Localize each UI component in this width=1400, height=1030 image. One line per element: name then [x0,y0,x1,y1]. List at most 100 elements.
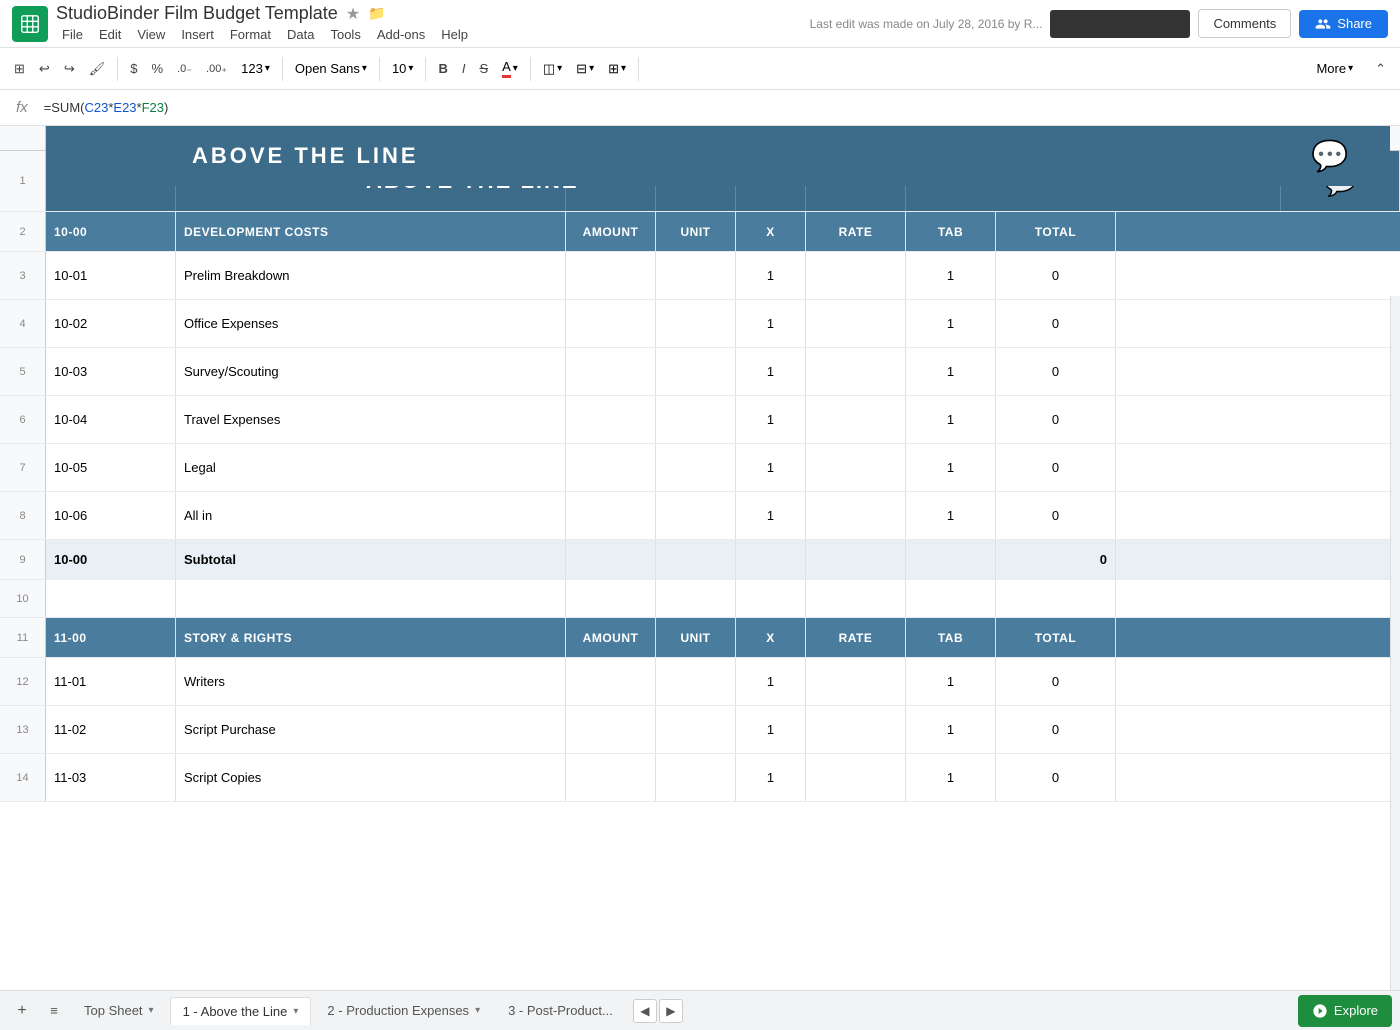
cell-f3[interactable] [806,252,906,299]
cell-b9[interactable]: Subtotal [176,540,566,579]
cell-e1[interactable] [736,151,806,211]
cell-g2[interactable]: TAB [906,212,996,251]
menu-edit[interactable]: Edit [93,25,127,44]
cell-e12[interactable]: 1 [736,658,806,705]
cell-d2[interactable]: UNIT [656,212,736,251]
col-header-f[interactable]: F [806,126,906,150]
cell-d9[interactable] [656,540,736,579]
cell-b5[interactable]: Survey/Scouting [176,348,566,395]
cell-a7[interactable]: 10-05 [46,444,176,491]
font-color-dropdown[interactable]: A ▾ [496,56,524,81]
cell-e7[interactable]: 1 [736,444,806,491]
borders-dropdown[interactable]: ⊟ ▾ [570,58,600,80]
cell-f1[interactable] [806,151,906,211]
cell-b3[interactable]: Prelim Breakdown [176,252,566,299]
cell-g5[interactable]: 1 [906,348,996,395]
cell-d7[interactable] [656,444,736,491]
vertical-scrollbar[interactable] [1390,296,1400,990]
cell-a14[interactable]: 11-03 [46,754,176,801]
merge-dropdown[interactable]: ⊞ ▾ [602,58,632,80]
sheet-menu-button[interactable]: ≡ [40,997,68,1025]
menu-insert[interactable]: Insert [175,25,220,44]
cell-b8[interactable]: All in [176,492,566,539]
cell-g12[interactable]: 1 [906,658,996,705]
cell-a6[interactable]: 10-04 [46,396,176,443]
sheet-nav-prev[interactable]: ◀ [633,999,657,1023]
cell-e13[interactable]: 1 [736,706,806,753]
cell-b13[interactable]: Script Purchase [176,706,566,753]
cell-e4[interactable]: 1 [736,300,806,347]
col-header-b[interactable]: B [176,126,566,150]
font-name-dropdown[interactable]: Open Sans ▾ [289,58,373,79]
cell-c12[interactable] [566,658,656,705]
cell-g10[interactable] [906,580,996,617]
cell-c7[interactable] [566,444,656,491]
cell-d11[interactable]: UNIT [656,618,736,657]
cell-a5[interactable]: 10-03 [46,348,176,395]
cell-f9[interactable] [806,540,906,579]
cell-c8[interactable] [566,492,656,539]
cell-c10[interactable] [566,580,656,617]
cell-g6[interactable]: 1 [906,396,996,443]
cell-d8[interactable] [656,492,736,539]
cell-e2[interactable]: X [736,212,806,251]
bold-button[interactable]: B [432,57,453,80]
cell-h3[interactable]: 0 [996,252,1116,299]
cell-h8[interactable]: 0 [996,492,1116,539]
cell-b12[interactable]: Writers [176,658,566,705]
star-icon[interactable]: ★ [346,4,360,24]
cell-g14[interactable]: 1 [906,754,996,801]
col-header-g[interactable]: G [906,126,996,150]
add-sheet-button[interactable]: + [8,997,36,1025]
cell-g7[interactable]: 1 [906,444,996,491]
cell-b7[interactable]: Legal [176,444,566,491]
cell-e6[interactable]: 1 [736,396,806,443]
menu-view[interactable]: View [131,25,171,44]
fill-color-dropdown[interactable]: ◫ ▾ [537,58,568,80]
sheet-tab-above-the-line[interactable]: 1 - Above the Line ▾ [170,997,312,1025]
cell-a9[interactable]: 10-00 [46,540,176,579]
cell-e11[interactable]: X [736,618,806,657]
cell-h11[interactable]: TOTAL [996,618,1116,657]
menu-file[interactable]: File [56,25,89,44]
cell-a8[interactable]: 10-06 [46,492,176,539]
cell-c3[interactable] [566,252,656,299]
cell-b14[interactable]: Script Copies [176,754,566,801]
cell-f10[interactable] [806,580,906,617]
tab-top-sheet-chevron[interactable]: ▾ [149,1005,154,1016]
cell-d4[interactable] [656,300,736,347]
sheet-nav-next[interactable]: ▶ [659,999,683,1023]
cell-c1[interactable] [566,151,656,211]
cell-h2[interactable]: TOTAL [996,212,1116,251]
cell-e3[interactable]: 1 [736,252,806,299]
cell-d14[interactable] [656,754,736,801]
more-dropdown[interactable]: More ▾ [1310,58,1359,79]
cell-f2[interactable]: RATE [806,212,906,251]
cell-c4[interactable] [566,300,656,347]
menu-data[interactable]: Data [281,25,320,44]
cell-a1[interactable] [46,151,176,211]
strikethrough-button[interactable]: S [473,57,494,80]
collapse-toolbar-button[interactable]: ⌃ [1369,57,1392,81]
cell-c9[interactable] [566,540,656,579]
sheet-tab-post-production[interactable]: 3 - Post-Product... [496,997,625,1025]
cell-b2[interactable]: DEVELOPMENT COSTS [176,212,566,251]
cell-f7[interactable] [806,444,906,491]
cell-d1[interactable] [656,151,736,211]
tab-above-the-line-chevron[interactable]: ▾ [293,1006,298,1017]
cell-d12[interactable] [656,658,736,705]
sheet-tab-production-expenses[interactable]: 2 - Production Expenses ▾ [315,997,492,1025]
cell-a11[interactable]: 11-00 [46,618,176,657]
undo-button[interactable]: ↩ [33,57,56,81]
menu-addons[interactable]: Add-ons [371,25,431,44]
cell-c11[interactable]: AMOUNT [566,618,656,657]
cell-f4[interactable] [806,300,906,347]
cell-a12[interactable]: 11-01 [46,658,176,705]
cell-d5[interactable] [656,348,736,395]
cell-f11[interactable]: RATE [806,618,906,657]
col-header-a[interactable]: A [46,126,176,150]
folder-icon[interactable]: 📁 [368,5,385,22]
cell-a2[interactable]: 10-00 [46,212,176,251]
print-button[interactable]: ⊞ [8,57,31,81]
format-123-dropdown[interactable]: 123 ▾ [235,58,276,79]
